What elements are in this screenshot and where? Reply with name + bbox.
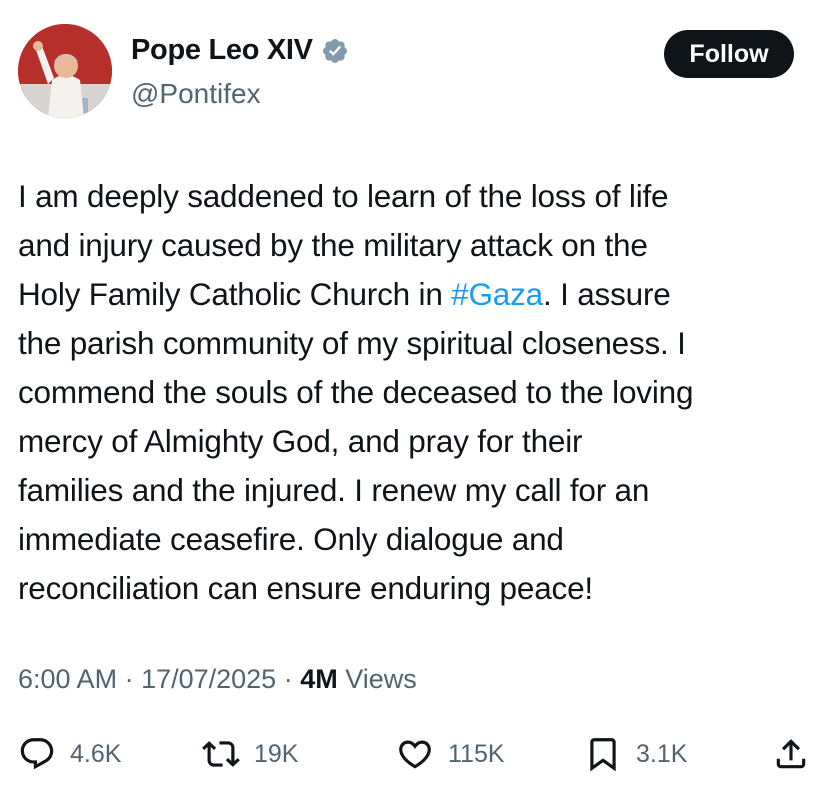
share-icon [776,739,806,769]
tweet-meta: 6:00 AM · 17/07/2025 · 4M Views [18,664,417,695]
meta-separator: · [276,664,301,694]
tweet-line: commend the souls of the deceased to the… [18,374,694,410]
tweet-text-segment: . I assure [543,276,671,312]
bookmark-button[interactable]: 3.1K [584,732,687,776]
tweet-line: families and the injured. I renew my cal… [18,472,650,508]
retweet-icon [202,741,240,767]
reply-button[interactable]: 4.6K [18,732,121,776]
tweet-date[interactable]: 17/07/2025 [141,664,276,694]
tweet-text-segment: Holy Family Catholic Church in [18,276,452,312]
tweet-line: mercy of Almighty God, and pray for thei… [18,423,583,459]
hashtag-link[interactable]: #Gaza [451,276,543,312]
tweet-actions: 4.6K 19K 115K 3.1K [18,732,810,776]
tweet-time[interactable]: 6:00 AM [18,664,117,694]
heart-icon [399,740,431,769]
meta-separator: · [117,664,142,694]
reply-icon [20,738,54,770]
tweet-line: reconciliation can ensure enduring peace… [18,570,593,606]
tweet-text: I am deeply saddened to learn of the los… [18,172,818,613]
like-count: 115K [448,739,505,768]
tweet-header: Pope Leo XIV @Pontifex Follow [18,24,810,120]
bookmark-count: 3.1K [636,739,688,768]
tweet-line: and injury caused by the military attack… [18,227,648,263]
like-button[interactable]: 115K [396,732,505,776]
author-name[interactable]: Pope Leo XIV [131,34,313,67]
follow-button[interactable]: Follow [664,30,794,78]
share-button[interactable] [772,732,810,776]
bookmark-icon [590,738,616,772]
reply-count: 4.6K [70,739,122,768]
author-name-row: Pope Leo XIV [131,34,349,67]
verified-badge-icon [321,37,349,65]
views-count: 4M [300,664,338,694]
tweet-line: I am deeply saddened to learn of the los… [18,178,669,214]
views-label: Views [337,664,417,694]
avatar[interactable] [18,24,112,118]
retweet-count: 19K [254,739,299,768]
author-handle[interactable]: @Pontifex [131,78,261,110]
tweet-line: Holy Family Catholic Church in #Gaza. I … [18,270,818,319]
avatar-image [18,24,112,118]
tweet-line: immediate ceasefire. Only dialogue and [18,521,564,557]
retweet-button[interactable]: 19K [202,732,298,776]
tweet-line: the parish community of my spiritual clo… [18,325,686,361]
